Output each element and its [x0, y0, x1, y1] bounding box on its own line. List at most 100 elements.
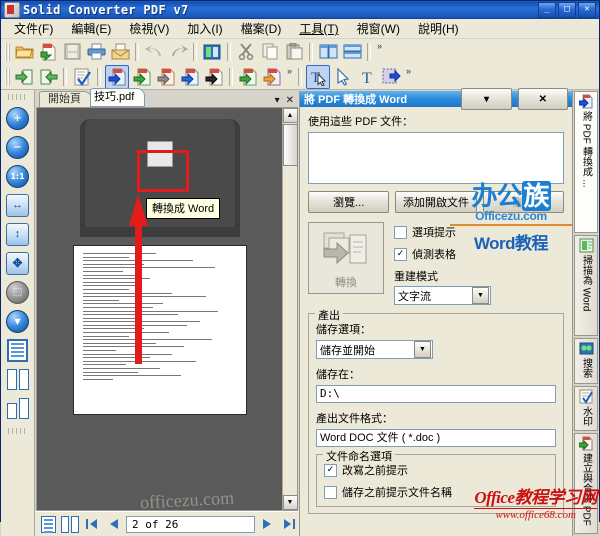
menu-insert[interactable]: 加入(I) [178, 18, 231, 39]
convert-to-powerpoint-icon[interactable] [155, 66, 177, 88]
two-page-view-icon[interactable] [317, 41, 339, 63]
rotate-view-button[interactable]: ▼ [5, 308, 31, 334]
page-scroll-area[interactable] [37, 108, 282, 510]
menu-window[interactable]: 視窗(W) [348, 18, 409, 39]
maximize-button[interactable]: □ [558, 2, 576, 18]
scroll-thumb[interactable] [282, 124, 298, 166]
text-tool-icon[interactable]: T [356, 66, 378, 88]
text-select-tool-icon[interactable]: T [306, 64, 330, 89]
copy-icon[interactable] [259, 41, 281, 63]
convert-doc-in-icon[interactable] [13, 66, 35, 88]
view-toolbar-grip[interactable] [7, 94, 28, 100]
conversion-options: 選項提示 ✓ 偵測表格 重建模式 文字流 ▼ [394, 222, 564, 305]
close-tab-icon[interactable]: ✕ [286, 95, 294, 106]
page-thumbnail-2[interactable] [72, 245, 247, 415]
undo-icon[interactable] [143, 41, 165, 63]
pointer-tool-icon[interactable] [332, 66, 354, 88]
detect-tables-checkbox[interactable]: ✓ 偵測表格 [394, 246, 564, 262]
next-page-button[interactable] [257, 514, 277, 534]
toolbar-grip[interactable] [5, 42, 10, 61]
output-format-input[interactable]: Word DOC 文件 ( *.doc ) [316, 429, 556, 447]
browse-button[interactable]: 瀏覽... [308, 191, 390, 213]
minimize-button[interactable]: _ [538, 2, 556, 18]
save-option-select[interactable]: 儲存並開始 ▼ [316, 340, 433, 359]
vertical-tab-watermark[interactable]: 水印 [574, 385, 598, 431]
toolbar-overflow-button[interactable]: » [403, 66, 414, 87]
detect-tables-box: ✓ [394, 247, 407, 261]
prompt-before-overwrite-checkbox[interactable]: ✓ 改寫之前提示 [324, 462, 548, 478]
fit-height-button[interactable]: ↕ [5, 221, 31, 247]
vertical-tab-scan-to-word[interactable]: 掃描為 Word [574, 235, 598, 337]
save-in-input[interactable]: D:\ [316, 385, 556, 403]
vertical-tab-convert-pdf[interactable]: 將 PDF 轉換成 ... [574, 91, 598, 234]
zoom-in-button[interactable]: + [5, 105, 31, 131]
redo-icon[interactable] [167, 41, 189, 63]
tab-start-page[interactable]: 開始頁 [39, 91, 92, 107]
single-page-icon[interactable] [38, 514, 58, 534]
region-select-icon[interactable] [380, 66, 402, 88]
tab-pdf-document[interactable]: 技巧.pdf [90, 88, 146, 107]
delete-button[interactable]: 刪除 [482, 191, 564, 213]
save-icon[interactable] [61, 41, 83, 63]
convert-doc-out-icon[interactable] [37, 66, 59, 88]
convert-button[interactable]: 轉換 [308, 222, 384, 294]
vertical-tab-create-merge-pdf[interactable]: 建立與合併 PDF [574, 432, 598, 534]
scroll-up-button[interactable]: ▲ [282, 108, 298, 123]
page-thumbnail-1[interactable] [79, 119, 240, 237]
compare-icon[interactable] [201, 41, 223, 63]
validate-icon[interactable] [71, 66, 93, 88]
rebuild-mode-chevron-down-icon[interactable]: ▼ [472, 287, 489, 304]
menu-file[interactable]: 文件(F) [5, 18, 62, 39]
menu-tools[interactable]: 工具(T) [290, 18, 347, 39]
book-view-button[interactable] [5, 395, 31, 421]
facing-pages-icon[interactable] [60, 514, 80, 534]
tab-list-dropdown-icon[interactable]: ▾ [275, 95, 280, 106]
option-prompt-checkbox[interactable]: 選項提示 [394, 224, 564, 240]
convert-to-excel-icon[interactable] [131, 66, 153, 88]
pan-tool-button[interactable]: ✥ [5, 250, 31, 276]
zoom-out-button[interactable]: − [5, 134, 31, 160]
actual-size-button[interactable]: 1:1 [5, 163, 31, 189]
scroll-down-button[interactable]: ▼ [282, 495, 298, 510]
toolbar-overflow-button[interactable]: » [284, 66, 295, 87]
paste-icon[interactable] [283, 41, 305, 63]
save-option-chevron-down-icon[interactable]: ▼ [414, 341, 431, 358]
convert-to-text-icon[interactable] [203, 66, 225, 88]
zoom-out-icon: − [6, 135, 29, 159]
convert-to-publisher-icon[interactable] [261, 66, 283, 88]
vertical-tab-search[interactable]: 搜索 [574, 338, 598, 384]
cut-icon[interactable] [235, 41, 257, 63]
export-pdf-icon[interactable] [37, 41, 59, 63]
view-toolbar-expand[interactable] [7, 428, 28, 434]
fit-width-button[interactable]: ↔ [5, 192, 31, 218]
toolbar-grip[interactable] [5, 67, 10, 86]
page-vertical-scrollbar[interactable]: ▲ ▼ [282, 108, 298, 510]
add-open-files-button[interactable]: 添加開啟文件 [395, 191, 477, 213]
page-indicator[interactable]: 2 of 26 [126, 515, 255, 533]
close-button[interactable]: ✕ [578, 2, 596, 18]
menu-document[interactable]: 檔案(D) [232, 18, 291, 39]
previous-page-button[interactable] [104, 514, 124, 534]
first-page-button[interactable] [82, 514, 102, 534]
prompt-filename-checkbox[interactable]: 儲存之前提示文件名稱 [324, 484, 548, 500]
convert-to-word-icon[interactable] [105, 64, 129, 89]
last-page-button[interactable] [279, 514, 299, 534]
continuous-view-icon[interactable] [341, 41, 363, 63]
print-icon[interactable] [85, 41, 107, 63]
rebuild-mode-select[interactable]: 文字流 ▼ [394, 286, 491, 305]
source-file-list[interactable] [308, 132, 564, 184]
single-page-view-button[interactable] [5, 337, 31, 363]
open-folder-icon[interactable] [13, 41, 35, 63]
snapshot-tool-button[interactable]: ⬚ [5, 279, 31, 305]
page-status-bar: 2 of 26 [35, 511, 299, 536]
output-format-label: 產出文件格式： [316, 413, 393, 425]
mail-icon[interactable] [109, 41, 131, 63]
menu-edit[interactable]: 編輯(E) [62, 18, 120, 39]
facing-pages-view-button[interactable] [5, 366, 31, 392]
toolbar-overflow-button[interactable]: » [374, 41, 385, 62]
menu-help[interactable]: 說明(H) [409, 18, 468, 39]
convert-to-csv-icon[interactable] [237, 66, 259, 88]
convert-to-html-icon[interactable] [179, 66, 201, 88]
pan-tool-icon: ✥ [6, 251, 29, 275]
menu-view[interactable]: 檢視(V) [120, 18, 178, 39]
